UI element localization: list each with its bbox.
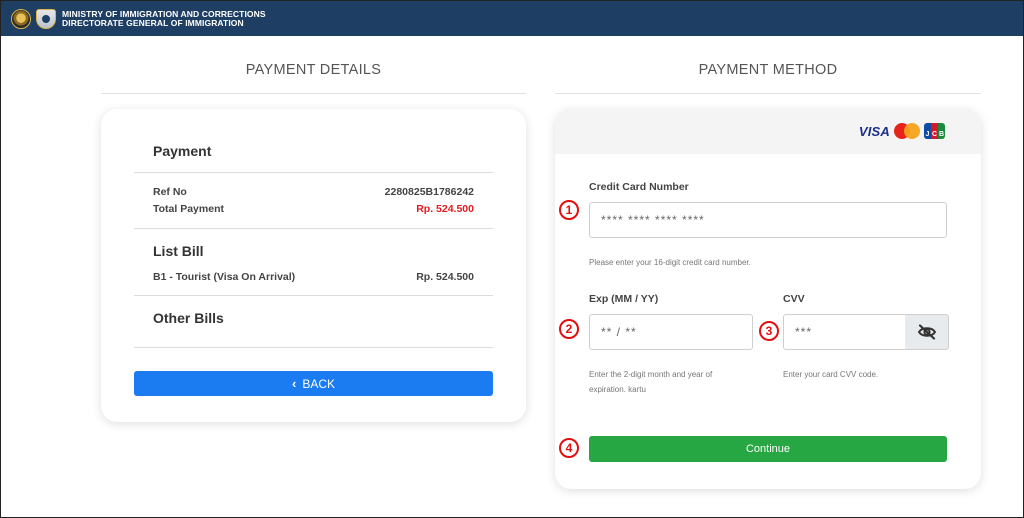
top-header: MINISTRY OF IMMIGRATION AND CORRECTIONS … xyxy=(1,1,1023,36)
divider xyxy=(134,228,493,229)
payment-details-divider xyxy=(101,93,526,94)
payment-method-divider xyxy=(555,93,981,94)
other-bills-heading: Other Bills xyxy=(153,310,224,326)
payment-details-title: PAYMENT DETAILS xyxy=(245,62,382,78)
total-payment-label: Total Payment xyxy=(153,203,224,215)
ministry-emblem-logo xyxy=(11,8,31,29)
jcb-letter-j: J xyxy=(924,123,931,139)
bill-item-value: Rp. 524.500 xyxy=(416,271,474,283)
ref-no-value: 2280825B1786242 xyxy=(384,186,474,198)
annotation-marker-3: 3 xyxy=(759,321,779,341)
back-button-label: BACK xyxy=(302,376,336,391)
jcb-letter-c: C xyxy=(931,123,938,139)
divider xyxy=(134,347,493,348)
card-number-label: Credit Card Number xyxy=(589,181,689,193)
annotation-marker-2: 2 xyxy=(559,319,579,339)
annotation-marker-4: 4 xyxy=(559,438,579,458)
annotation-marker-1: 1 xyxy=(559,200,579,220)
immigration-shield-logo xyxy=(36,8,56,29)
payment-method-card: VISA J C B Credit Card Number Please ent… xyxy=(555,109,981,489)
bill-item-label: B1 - Tourist (Visa On Arrival) xyxy=(153,271,296,283)
ministry-title: MINISTRY OF IMMIGRATION AND CORRECTIONS … xyxy=(62,9,266,28)
ministry-line2: DIRECTORATE GENERAL OF IMMIGRATION xyxy=(62,17,244,28)
accepted-card-brands: VISA J C B xyxy=(859,123,945,139)
mastercard-logo xyxy=(894,123,920,139)
cvv-help: Enter your card CVV code. xyxy=(783,370,879,379)
jcb-letter-b: B xyxy=(938,123,945,139)
jcb-logo: J C B xyxy=(924,123,945,139)
chevron-left-icon: ‹ xyxy=(291,376,297,391)
exp-label: Exp (MM / YY) xyxy=(589,293,659,305)
payment-heading: Payment xyxy=(153,143,212,159)
payment-method-title: PAYMENT METHOD xyxy=(698,62,838,78)
divider xyxy=(134,295,493,296)
card-brands-header: VISA J C B xyxy=(555,109,981,154)
list-bill-heading: List Bill xyxy=(153,243,204,259)
divider xyxy=(134,172,493,173)
ref-no-label: Ref No xyxy=(153,186,187,198)
back-button[interactable]: ‹ BACK xyxy=(134,371,493,396)
continue-button[interactable]: Continue xyxy=(589,436,947,462)
exp-help: Enter the 2-digit month and year of expi… xyxy=(589,370,713,394)
payment-details-card: Payment Ref No 2280825B1786242 Total Pay… xyxy=(101,109,526,422)
cvv-input[interactable] xyxy=(783,314,906,350)
cvv-label: CVV xyxy=(783,293,805,305)
continue-button-label: Continue xyxy=(745,443,791,455)
visa-logo: VISA xyxy=(858,123,890,139)
exp-input[interactable] xyxy=(589,314,753,350)
card-number-input[interactable] xyxy=(589,202,947,238)
card-number-help: Please enter your 16-digit credit card n… xyxy=(589,258,751,267)
eye-slash-icon xyxy=(917,324,936,340)
cvv-visibility-toggle[interactable] xyxy=(905,314,949,350)
total-payment-value: Rp. 524.500 xyxy=(416,203,474,215)
